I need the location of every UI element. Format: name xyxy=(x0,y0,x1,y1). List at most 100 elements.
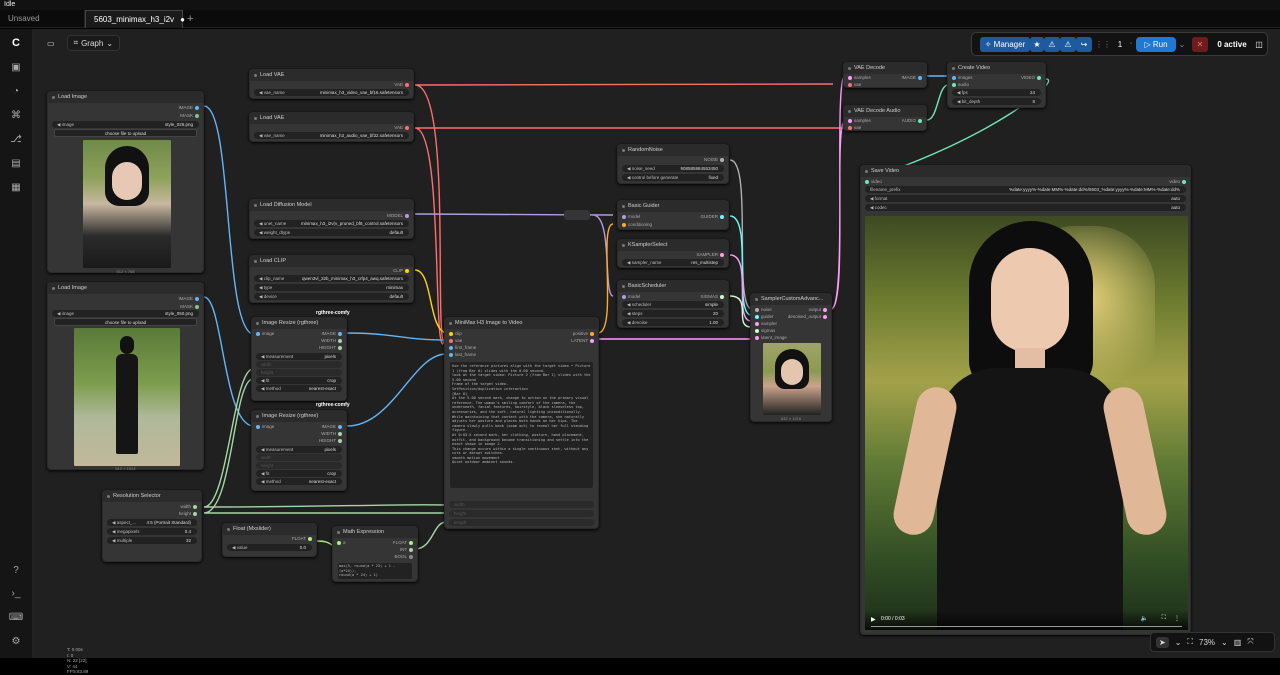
method-widget[interactable]: ◀ method nearest-exact xyxy=(256,385,342,392)
fps-widget[interactable]: ◀ fps 24 xyxy=(952,89,1041,96)
output-height[interactable]: HEIGHT xyxy=(319,344,342,351)
pointer-select-icon[interactable]: ➤ xyxy=(1156,636,1169,648)
method-widget[interactable]: ◀ method nearest-exact xyxy=(256,478,342,485)
input-samples[interactable]: samples xyxy=(848,117,871,124)
input-video[interactable]: video xyxy=(865,178,882,185)
vae-name-widget[interactable]: ◀ vae_name minimax_h3_audio_vae_bf32.safe… xyxy=(254,132,409,139)
output-width[interactable]: WIDTH xyxy=(321,337,342,344)
more-options-icon[interactable]: ⋮ xyxy=(1174,615,1180,622)
output-noise[interactable]: NOISE xyxy=(704,156,724,163)
output-audio[interactable]: AUDIO xyxy=(902,117,922,124)
video-player[interactable]: ▶ 0:00 / 0:03 🔈 ⛶ ⋮ xyxy=(865,216,1188,630)
output-int[interactable]: INT xyxy=(400,546,413,553)
output-image[interactable]: IMAGE xyxy=(321,423,342,430)
input-sampler[interactable]: sampler xyxy=(755,320,777,327)
clip-type-widget[interactable]: ◀ type minimax xyxy=(254,284,409,291)
link-visibility-icon[interactable]: ⤧ xyxy=(1247,637,1253,647)
node-math-expression[interactable]: Math Expression a FLOAT INT BOOL max(5, … xyxy=(332,526,418,582)
output-video[interactable]: VIDEO xyxy=(1021,74,1041,81)
control-widget[interactable]: ◀ control before generate fixed xyxy=(622,174,724,181)
tab-workflow-active[interactable]: 5603_minimax_h3_i2v ● xyxy=(85,10,185,28)
play-icon[interactable]: ▶ xyxy=(871,616,876,623)
height-widget[interactable]: height xyxy=(256,369,342,376)
node-sampler-custom-advanced[interactable]: SamplerCustomAdvanc... noise guider samp… xyxy=(750,293,832,422)
input-last-frame[interactable]: last_frame xyxy=(449,351,476,358)
output-image[interactable]: IMAGE xyxy=(178,104,199,111)
reroute-node[interactable] xyxy=(564,210,590,220)
output-mask[interactable]: MASK xyxy=(180,112,199,119)
video-progress-bar[interactable] xyxy=(871,625,1182,627)
output-height[interactable]: HEIGHT xyxy=(319,437,342,444)
input-vae[interactable]: vae xyxy=(449,337,462,344)
multiple-widget[interactable]: ◀ multiple 32 xyxy=(107,537,197,544)
node-ksampler-select[interactable]: KSamplerSelect SAMPLER ◀ sampler_name res… xyxy=(617,239,729,268)
format-widget[interactable]: ◀ format auto xyxy=(865,195,1186,202)
node-image-resize-1[interactable]: Image Resize (rgthree) image IMAGE WIDTH… xyxy=(251,317,347,401)
node-load-vae-audio[interactable]: Load VAE VAE ◀ vae_name minimax_h3_audio_… xyxy=(249,112,414,142)
output-latent[interactable]: LATENT xyxy=(571,337,594,344)
node-library-icon[interactable]: ⌘ xyxy=(8,107,24,123)
fit-view-icon[interactable]: ⛶ xyxy=(1187,637,1193,647)
height-widget[interactable]: height xyxy=(256,462,342,469)
input-latent-image[interactable]: latent_image xyxy=(755,334,787,341)
width-widget[interactable]: width xyxy=(256,361,342,368)
prompt-textarea[interactable]: Use the reference pictures align with th… xyxy=(450,362,593,488)
width-widget[interactable]: width xyxy=(256,454,342,461)
output-width[interactable]: width xyxy=(180,503,197,510)
output-width[interactable]: WIDTH xyxy=(321,430,342,437)
node-vae-decode-audio[interactable]: VAE Decode Audio samples vae AUDIO xyxy=(843,105,927,131)
help-icon[interactable]: ? xyxy=(8,562,24,578)
input-audio[interactable]: audio xyxy=(952,81,969,88)
node-save-video[interactable]: Save Video video video filename_prefix %d… xyxy=(860,165,1191,635)
comfy-logo-icon[interactable]: C xyxy=(8,35,24,51)
unet-name-widget[interactable]: ◀ unet_name minimax_h3_i2v(v_pruned_bf8_c… xyxy=(254,220,409,227)
node-create-video[interactable]: Create Video images audio VIDEO ◀ fps 24 … xyxy=(947,62,1046,108)
node-load-vae-video[interactable]: Load VAE VAE ◀ vae_name minimax_h3_video_… xyxy=(249,69,414,99)
weight-dtype-widget[interactable]: ◀ weight_dtype default xyxy=(254,229,409,236)
chevron-down-icon[interactable]: ⌄ xyxy=(1175,638,1182,647)
input-image[interactable]: image xyxy=(256,423,274,430)
zoom-level[interactable]: 73% xyxy=(1199,638,1215,647)
tab-unsaved-workflow[interactable]: Unsaved Workflow● xyxy=(0,10,85,41)
output-mask[interactable]: MASK xyxy=(180,303,199,310)
sampler-name-widget[interactable]: ◀ sampler_name res_multistep xyxy=(622,259,724,266)
output-video[interactable]: video xyxy=(1169,178,1186,185)
output-denoised[interactable]: denoised_output xyxy=(788,313,827,320)
output-sigmas[interactable]: SIGMAS xyxy=(700,293,724,300)
measurement-widget[interactable]: ◀ measurement pixels xyxy=(256,353,342,360)
node-minimax-image-to-video[interactable]: MiniMax H3 Image to Video clip vae first… xyxy=(444,317,599,529)
fit-widget[interactable]: ◀ fit crop xyxy=(256,377,342,384)
noise-seed-widget[interactable]: ◀ noise_seed 908585984553450 xyxy=(622,165,724,172)
input-samples[interactable]: samples xyxy=(848,74,871,81)
upload-button[interactable]: choose file to upload xyxy=(54,129,197,137)
output-height[interactable]: height xyxy=(179,510,197,517)
output-image[interactable]: IMAGE xyxy=(901,74,922,81)
value-slider-widget[interactable]: ◀ value 0.0 xyxy=(227,544,312,551)
node-basic-guider[interactable]: Basic Guider model conditioning GUIDER xyxy=(617,200,729,230)
input-first-frame[interactable]: first_frame xyxy=(449,344,476,351)
output-vae[interactable]: VAE xyxy=(394,124,409,131)
measurement-widget[interactable]: ◀ measurement pixels xyxy=(256,446,342,453)
output-image[interactable]: IMAGE xyxy=(178,295,199,302)
input-conditioning[interactable]: conditioning xyxy=(622,221,652,228)
input-clip[interactable]: clip xyxy=(449,330,462,337)
output-positive[interactable]: positive xyxy=(573,330,594,337)
output-image[interactable]: IMAGE xyxy=(321,330,342,337)
terminal-icon[interactable]: ›_ xyxy=(8,585,24,601)
scheduler-widget[interactable]: ◀ scheduler simple xyxy=(622,301,724,308)
steps-widget[interactable]: ◀ steps 20 xyxy=(622,310,724,317)
settings-gear-icon[interactable]: ⚙ xyxy=(8,633,24,649)
output-float[interactable]: FLOAT xyxy=(292,535,312,542)
node-resolution-selector[interactable]: Resolution Selector width height ◀ aspec… xyxy=(102,490,202,562)
output-clip[interactable]: CLIP xyxy=(393,267,409,274)
input-image[interactable]: image xyxy=(256,330,274,337)
clip-device-widget[interactable]: ◀ device default xyxy=(254,293,409,300)
denoise-widget[interactable]: ◀ denoise 1.00 xyxy=(622,319,724,326)
input-model[interactable]: model xyxy=(622,213,640,220)
fit-widget[interactable]: ◀ fit crop xyxy=(256,470,342,477)
clip-name-widget[interactable]: ◀ clip_name qwen3vl_32b_minimax_h3_crfp4_… xyxy=(254,275,409,282)
input-sigmas[interactable]: sigmas xyxy=(755,327,775,334)
expression-textarea[interactable]: max(5, round(a * 23) + 1 - (a*24)), roun… xyxy=(338,563,412,579)
image-select-widget[interactable]: ◀ image style_026.png xyxy=(52,121,199,128)
node-load-image-1[interactable]: Load Image IMAGE MASK ◀ image style_026.p… xyxy=(47,91,204,274)
